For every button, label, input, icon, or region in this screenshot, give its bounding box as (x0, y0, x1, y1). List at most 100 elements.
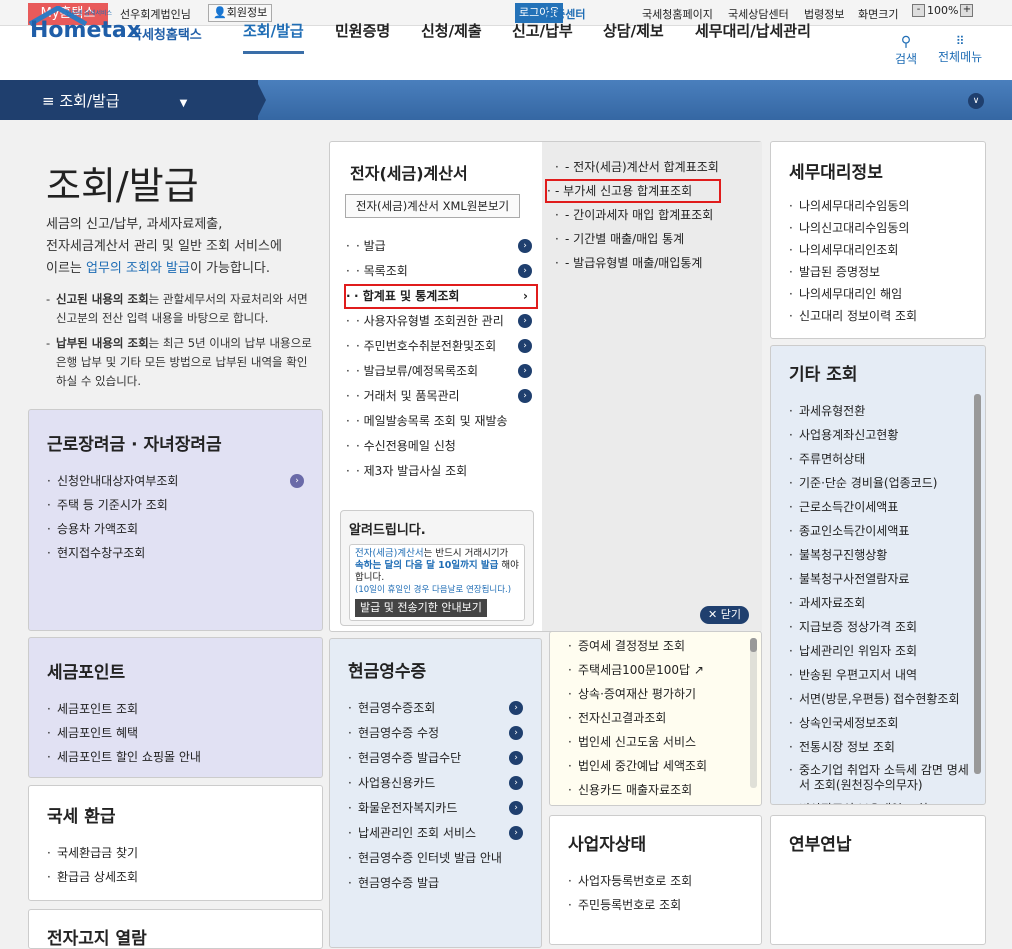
list-item[interactable]: 과세유형전환 (789, 399, 974, 423)
list-item[interactable]: 불복청구진행상황 (789, 543, 974, 567)
external-link-icon: ↗ (690, 663, 704, 677)
list-item[interactable]: 사업용계좌신고현황 (789, 423, 974, 447)
nav-certificate[interactable]: 민원증명 (335, 20, 390, 41)
submenu-item-selected[interactable]: - 부가세 신고용 합계표조회 (545, 179, 721, 203)
list-item-selected[interactable]: · 합계표 및 통계조회› (344, 284, 538, 309)
list-item[interactable]: 나의세무대리인 해임 (789, 283, 967, 305)
list-item[interactable]: 기준·단순 경비율(업종코드) (789, 471, 974, 495)
scrollbar-thumb[interactable] (750, 638, 757, 652)
list-item[interactable]: 승용차 가액조회 (47, 517, 304, 541)
list-item[interactable]: 현금영수증조회› (348, 696, 523, 721)
submenu-item[interactable]: - 간이과세자 매입 합계표조회 (555, 203, 721, 227)
list-item[interactable]: 상속·증여재산 평가하기 (568, 682, 747, 706)
list-item[interactable]: · 제3자 발급사실 조회 (346, 459, 532, 484)
submenu-item[interactable]: - 기간별 매출/매입 통계 (555, 227, 721, 251)
list-item[interactable]: · 메일발송목록 조회 및 재발송 (346, 409, 532, 434)
xml-view-button[interactable]: 전자(세금)계산서 XML원본보기 (345, 194, 520, 218)
list-item[interactable]: 불복청구사전열람자료 (789, 567, 974, 591)
nav-counsel[interactable]: 상담/제보 (603, 20, 664, 41)
list-item[interactable]: 나의신고대리수임동의 (789, 217, 967, 239)
panel-title: 기타 조회 (789, 365, 858, 385)
list-item[interactable]: 근로소득간이세액표 (789, 495, 974, 519)
expand-icon[interactable]: ∨ (968, 93, 984, 109)
list-item[interactable]: 법인세 중간예납 세액조회 (568, 754, 747, 778)
list-item[interactable]: 현금영수증 인터넷 발급 안내 (348, 846, 523, 871)
desc-text: 이 가능합니다. (189, 261, 270, 276)
list-item[interactable]: 신용카드 매출자료조회 (568, 778, 747, 802)
zoom-level: 100% (927, 4, 959, 17)
list-item[interactable]: 납세관리인 조회 서비스› (348, 821, 523, 846)
list-item[interactable]: 상속인국세정보조회 (789, 711, 974, 735)
note-bold: 신고된 내용의 조회 (56, 292, 149, 306)
list-item[interactable]: 법인세 신고도움 서비스 (568, 730, 747, 754)
list-item[interactable]: · 발급보류/예정목록조회› (346, 359, 532, 384)
submenu-item[interactable]: - 전자(세금)계산서 합계표조회 (555, 155, 721, 179)
einvoice-panel: 전자(세금)계산서 전자(세금)계산서 XML원본보기 · 발급› · 목록조회… (329, 141, 762, 632)
submenu-item[interactable]: - 발급유형별 매출/매입통계 (555, 251, 721, 275)
list-item[interactable]: · 목록조회› (346, 259, 532, 284)
list-item[interactable]: 서면(방문,우편등) 접수현황조회 (789, 687, 974, 711)
section-arrow (256, 80, 266, 120)
scrollbar-thumb[interactable] (974, 394, 981, 774)
list-item[interactable]: 전자신고결과조회 (568, 706, 747, 730)
list-item[interactable]: · 사용자유형별 조회권한 관리› (346, 309, 532, 334)
list-item[interactable]: 사업용신용카드› (348, 771, 523, 796)
nav-application[interactable]: 신청/제출 (421, 20, 482, 41)
list-item[interactable]: 세금포인트 조회 (47, 697, 304, 721)
list-item[interactable]: 환급금 상세조회 (47, 865, 304, 889)
list-item[interactable]: · 발급› (346, 234, 532, 259)
zoom-in-button[interactable]: + (960, 4, 974, 17)
list-item[interactable]: 국세환급금 찾기 (47, 841, 304, 865)
list-item[interactable]: 납세관리인 위임자 조회 (789, 639, 974, 663)
list-item[interactable]: · 거래처 및 품목관리› (346, 384, 532, 409)
list-item[interactable]: · 주민번호수취분전환및조회› (346, 334, 532, 359)
close-label: 닫기 (720, 608, 741, 621)
panel-title: 국세 환급 (47, 807, 116, 827)
chevron-right-icon: › (518, 389, 532, 403)
list-item[interactable]: 현지접수창구조회 (47, 541, 304, 565)
list-item[interactable]: 중소기업 취업자 소득세 감면 명세서 조회(원천징수의무자) (789, 759, 974, 797)
nav-tax-agent[interactable]: 세무대리/납세관리 (695, 20, 811, 41)
list-item[interactable]: 지급보증 정상가격 조회 (789, 615, 974, 639)
list-item[interactable]: 주류면허상태 (789, 447, 974, 471)
search-button[interactable]: ⚲ 검색 (895, 34, 917, 67)
logo-tagline: 인터넷 납세서비스 (66, 10, 113, 17)
notice-text: 는 반드시 거래시기가 (423, 548, 509, 559)
all-menu-button[interactable]: ⠿ 전체메뉴 (938, 34, 982, 65)
page-title: 조회/발급 (46, 164, 199, 208)
list-item[interactable]: 사업자등록번호로 조회 (568, 869, 743, 893)
list-item[interactable]: · 수신전용메일 신청 (346, 434, 532, 459)
list-item[interactable]: 주택 등 기준시가 조회 (47, 493, 304, 517)
tax-agent-panel: 세무대리정보 나의세무대리수임동의나의신고대리수임동의나의세무대리인조회발급된 … (770, 141, 986, 339)
list-item[interactable]: 세금포인트 할인 쇼핑몰 안내 (47, 745, 304, 769)
list-item[interactable]: 화물운전자복지카드› (348, 796, 523, 821)
hometax-logo[interactable]: 인터넷 납세서비스 Hometax 국세청홈택스 (28, 6, 208, 48)
list-item[interactable]: 과세자료조회 (789, 591, 974, 615)
zoom-out-button[interactable]: - (912, 4, 925, 17)
list-item[interactable]: 세금포인트 혜택 (47, 721, 304, 745)
nav-inquiry[interactable]: 조회/발급 (243, 20, 304, 54)
list-item[interactable]: 나의세무대리인조회 (789, 239, 967, 261)
list-item[interactable]: 반송된 우편고지서 내역 (789, 663, 974, 687)
list-item[interactable]: 종교인소득간이세액표 (789, 519, 974, 543)
list-item[interactable]: 신청안내대상자여부조회› (47, 469, 304, 493)
cash-receipt-panel: 현금영수증 현금영수증조회›현금영수증 수정›현금영수증 발급수단›사업용신용카… (329, 638, 542, 948)
list-item[interactable]: 증여세 결정정보 조회 (568, 634, 747, 658)
section-title[interactable]: ≡ 조회/발급 ▼ (42, 90, 187, 111)
chevron-right-icon: › (518, 339, 532, 353)
list-item[interactable]: 현금영수증 수정› (348, 721, 523, 746)
scrollbar-track[interactable] (750, 638, 757, 788)
list-item[interactable]: 비상장주식 보유내역 조회 (789, 797, 974, 804)
list-item[interactable]: 신고대리 정보이력 조회 (789, 305, 967, 327)
list-item[interactable]: 주택세금100문100답 ↗ (568, 658, 747, 682)
list-item[interactable]: 전통시장 정보 조회 (789, 735, 974, 759)
list-item[interactable]: 현금영수증 발급수단› (348, 746, 523, 771)
logo-korean: 국세청홈택스 (130, 28, 202, 43)
nav-filing[interactable]: 신고/납부 (512, 20, 573, 41)
list-item[interactable]: 발급된 증명정보 (789, 261, 967, 283)
list-item[interactable]: 나의세무대리수임동의 (789, 195, 967, 217)
list-item[interactable]: 주민등록번호로 조회 (568, 893, 743, 917)
deadline-guide-button[interactable]: 발급 및 전송기한 안내보기 (355, 599, 487, 617)
close-button[interactable]: ✕ 닫기 (700, 606, 749, 624)
list-item[interactable]: 현금영수증 발급 (348, 871, 523, 896)
